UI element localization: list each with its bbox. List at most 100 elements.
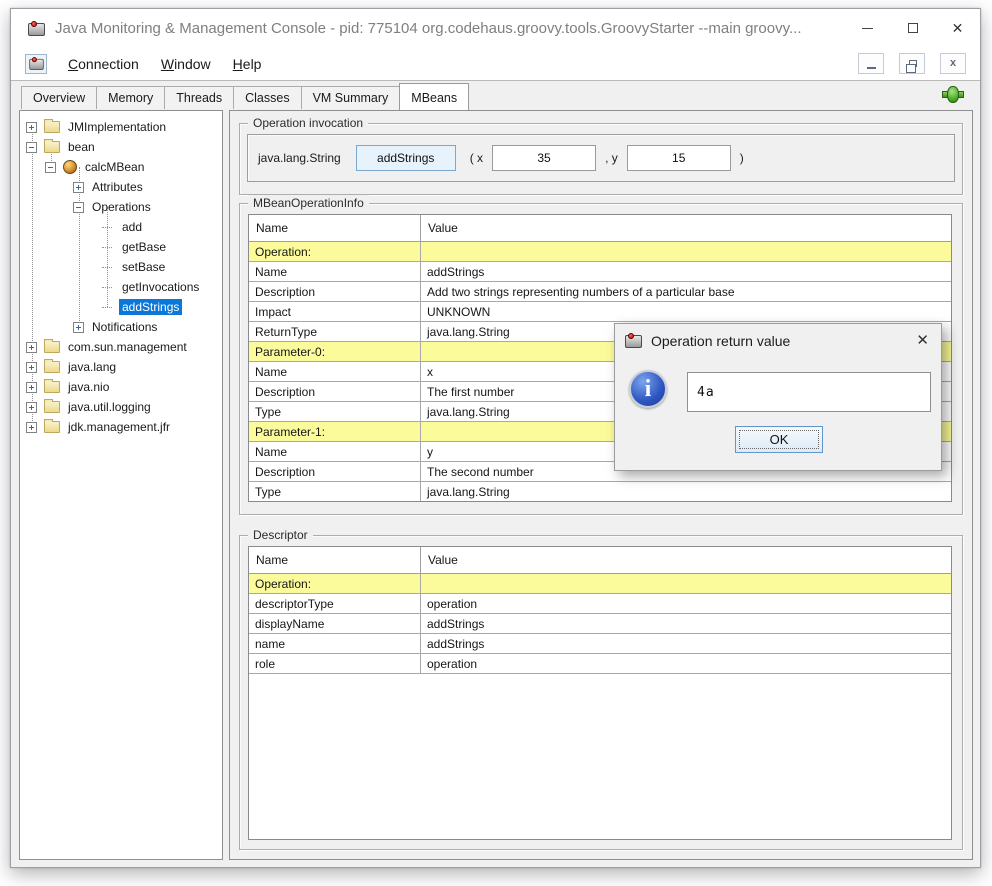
tab-overview[interactable]: Overview [22,87,97,109]
close-button[interactable]: ✕ [935,9,980,47]
tree-item-operations[interactable]: Operations [20,197,222,217]
operation-return-value-dialog: Operation return value ✕ i OK [614,323,942,471]
expand-toggle-icon[interactable] [26,362,37,373]
column-header-value[interactable]: Value [421,215,951,241]
tree-connector-stub [102,247,112,248]
group-title: Operation invocation [248,115,368,131]
operation-detail-panel: Operation invocation java.lang.String ad… [229,110,973,860]
info-icon: i [629,370,667,408]
params-close-label: ) [740,151,744,165]
dialog-body: i OK [615,357,941,470]
tree-item-java-lang[interactable]: java.lang [20,357,222,377]
tree-item-calcmbean[interactable]: calcMBean [20,157,222,177]
folder-icon [44,361,60,373]
column-header-name[interactable]: Name [249,547,421,573]
table-row[interactable]: displayNameaddStrings [249,614,951,634]
java-console-icon [28,56,44,70]
collapse-toggle-icon[interactable] [45,162,56,173]
operation-invocation-row: java.lang.String addStrings ( x , y ) [247,134,955,182]
frame-close-icon: x [950,58,956,69]
collapse-toggle-icon[interactable] [73,202,84,213]
tree-connector-stub [102,307,112,308]
menu-bar: Connection Window Help x [11,47,980,81]
tree-item-attributes[interactable]: Attributes [20,177,222,197]
table-row[interactable]: NameaddStrings [249,262,951,282]
frame-restore-icon [909,60,917,67]
tree-item-getinvocations[interactable]: getInvocations [20,277,222,297]
table-header: Name Value [249,547,951,574]
table-row[interactable]: descriptorTypeoperation [249,594,951,614]
x-argument-input[interactable] [492,145,596,171]
tree-item-com-sun-management[interactable]: com.sun.management [20,337,222,357]
table-row[interactable]: roleoperation [249,654,951,674]
descriptor-table: Name Value Operation: descriptorTypeoper… [248,546,952,840]
table-header: Name Value [249,215,951,242]
tree-item-jmimplementation[interactable]: JMImplementation [20,117,222,137]
minimize-icon [862,28,873,29]
tree-item-java-nio[interactable]: java.nio [20,377,222,397]
ok-button[interactable]: OK [735,426,823,453]
menu-help[interactable]: Help [224,52,271,76]
expand-toggle-icon[interactable] [73,322,84,333]
y-argument-input[interactable] [627,145,731,171]
mbean-tree: JMImplementation bean calcMBean Attribut… [20,111,222,437]
table-row[interactable]: Operation: [249,242,951,262]
expand-toggle-icon[interactable] [26,122,37,133]
menu-window[interactable]: Window [152,52,220,76]
tree-item-add[interactable]: add [20,217,222,237]
params-open-label: ( x [470,151,483,165]
folder-icon [44,141,60,153]
tab-memory[interactable]: Memory [97,87,165,109]
tree-item-jdk-management-jfr[interactable]: jdk.management.jfr [20,417,222,437]
selected-tree-item-label: addStrings [119,299,182,315]
expand-toggle-icon[interactable] [26,402,37,413]
mbean-tree-panel: JMImplementation bean calcMBean Attribut… [19,110,223,860]
tab-threads[interactable]: Threads [165,87,234,109]
group-title: MBeanOperationInfo [248,195,369,211]
return-value-field[interactable] [687,372,931,412]
menu-connection[interactable]: Connection [59,52,148,76]
tree-connector-stub [102,267,112,268]
frame-close-button[interactable]: x [940,53,966,74]
column-header-value[interactable]: Value [421,547,951,573]
invoke-addstrings-button[interactable]: addStrings [356,145,456,171]
expand-toggle-icon[interactable] [73,182,84,193]
tab-mbeans[interactable]: MBeans [399,83,469,110]
expand-toggle-icon[interactable] [26,382,37,393]
collapse-toggle-icon[interactable] [26,142,37,153]
dialog-title-bar: Operation return value ✕ [615,324,941,357]
frame-minimize-button[interactable] [858,53,884,74]
table-row[interactable]: ImpactUNKNOWN [249,302,951,322]
internal-frame-icon [25,54,47,74]
column-header-name[interactable]: Name [249,215,421,241]
close-icon: ✕ [952,21,964,35]
folder-icon [44,421,60,433]
folder-icon [44,381,60,393]
folder-icon [44,341,60,353]
tab-classes[interactable]: Classes [234,87,301,109]
table-row[interactable]: Typejava.lang.String [249,482,951,502]
frame-minimize-icon [867,67,876,69]
expand-toggle-icon[interactable] [26,422,37,433]
connect-plug-icon[interactable] [942,86,964,103]
maximize-button[interactable] [890,9,935,47]
tree-item-java-util-logging[interactable]: java.util.logging [20,397,222,417]
table-row[interactable]: DescriptionAdd two strings representing … [249,282,951,302]
tree-item-bean[interactable]: bean [20,137,222,157]
expand-toggle-icon[interactable] [26,342,37,353]
minimize-button[interactable] [845,9,890,47]
main-window: Java Monitoring & Management Console - p… [10,8,981,868]
dialog-close-icon[interactable]: ✕ [916,333,929,348]
window-title: Java Monitoring & Management Console - p… [55,20,802,37]
tree-item-addstrings[interactable]: addStrings [20,297,222,317]
tree-item-setbase[interactable]: setBase [20,257,222,277]
folder-icon [44,121,60,133]
maximize-icon [908,23,918,33]
tree-item-notifications[interactable]: Notifications [20,317,222,337]
tab-vm-summary[interactable]: VM Summary [302,87,401,109]
table-row[interactable]: Operation: [249,574,951,594]
tree-item-getbase[interactable]: getBase [20,237,222,257]
folder-icon [44,401,60,413]
table-row[interactable]: nameaddStrings [249,634,951,654]
frame-restore-button[interactable] [899,53,925,74]
